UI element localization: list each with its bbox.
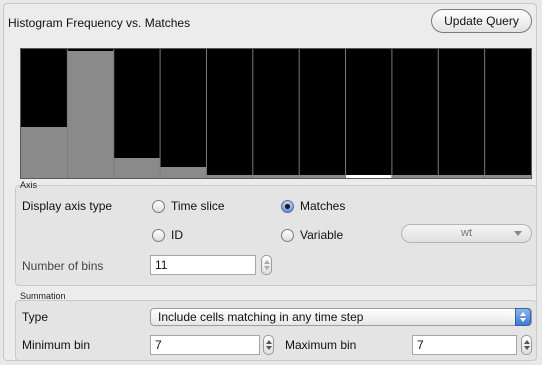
histogram-bar — [113, 158, 161, 178]
histogram-bar — [299, 175, 346, 178]
summation-section-label: Summation — [20, 291, 66, 301]
radio-selected-icon — [281, 199, 294, 213]
radio-variable[interactable]: Variable — [281, 228, 343, 242]
radio-matches-label: Matches — [300, 199, 346, 213]
variable-select-value: wt — [461, 227, 472, 239]
summation-type-value: Include cells matching in any time step — [158, 310, 364, 324]
histogram-bar — [438, 175, 485, 178]
axis-section-label: Axis — [20, 180, 38, 190]
radio-circle-icon — [152, 228, 165, 242]
histogram-bar — [484, 175, 531, 178]
radio-variable-label: Variable — [300, 228, 344, 242]
histogram-bar — [345, 175, 392, 178]
panel-title: Histogram Frequency vs. Matches — [8, 16, 191, 30]
select-arrows-icon — [515, 308, 531, 326]
histogram-chart — [20, 48, 532, 179]
histogram-bar — [67, 51, 114, 178]
summation-type-select[interactable]: Include cells matching in any time step — [150, 308, 532, 326]
histogram-bar — [160, 167, 207, 178]
histogram-bar — [391, 175, 439, 178]
radio-id-label: ID — [171, 228, 183, 242]
display-axis-type-label: Display axis type — [22, 199, 113, 213]
chevron-down-icon — [514, 231, 522, 236]
maximum-bin-field[interactable]: 7 — [412, 335, 517, 355]
histogram-bar — [206, 175, 253, 178]
radio-id[interactable]: ID — [152, 228, 183, 242]
maximum-bin-label: Maximum bin — [285, 338, 357, 352]
number-of-bins-field[interactable]: 11 — [150, 255, 256, 275]
type-label: Type — [22, 310, 49, 324]
radio-time-slice-label: Time slice — [171, 199, 225, 213]
minimum-bin-field[interactable]: 7 — [150, 335, 260, 355]
number-of-bins-stepper[interactable] — [261, 255, 272, 275]
radio-matches[interactable]: Matches — [281, 199, 345, 213]
minimum-bin-label: Minimum bin — [22, 338, 91, 352]
histogram-bar — [21, 127, 68, 178]
radio-circle-icon — [281, 228, 294, 242]
variable-select[interactable]: wt — [401, 224, 532, 243]
minimum-bin-stepper[interactable] — [263, 335, 274, 355]
number-of-bins-label: Number of bins — [22, 259, 104, 273]
radio-circle-icon — [152, 199, 165, 213]
update-query-button[interactable]: Update Query — [431, 9, 532, 33]
histogram-bar — [252, 175, 300, 178]
maximum-bin-stepper[interactable] — [521, 335, 532, 355]
radio-time-slice[interactable]: Time slice — [152, 199, 225, 213]
histogram-svg — [21, 49, 531, 178]
